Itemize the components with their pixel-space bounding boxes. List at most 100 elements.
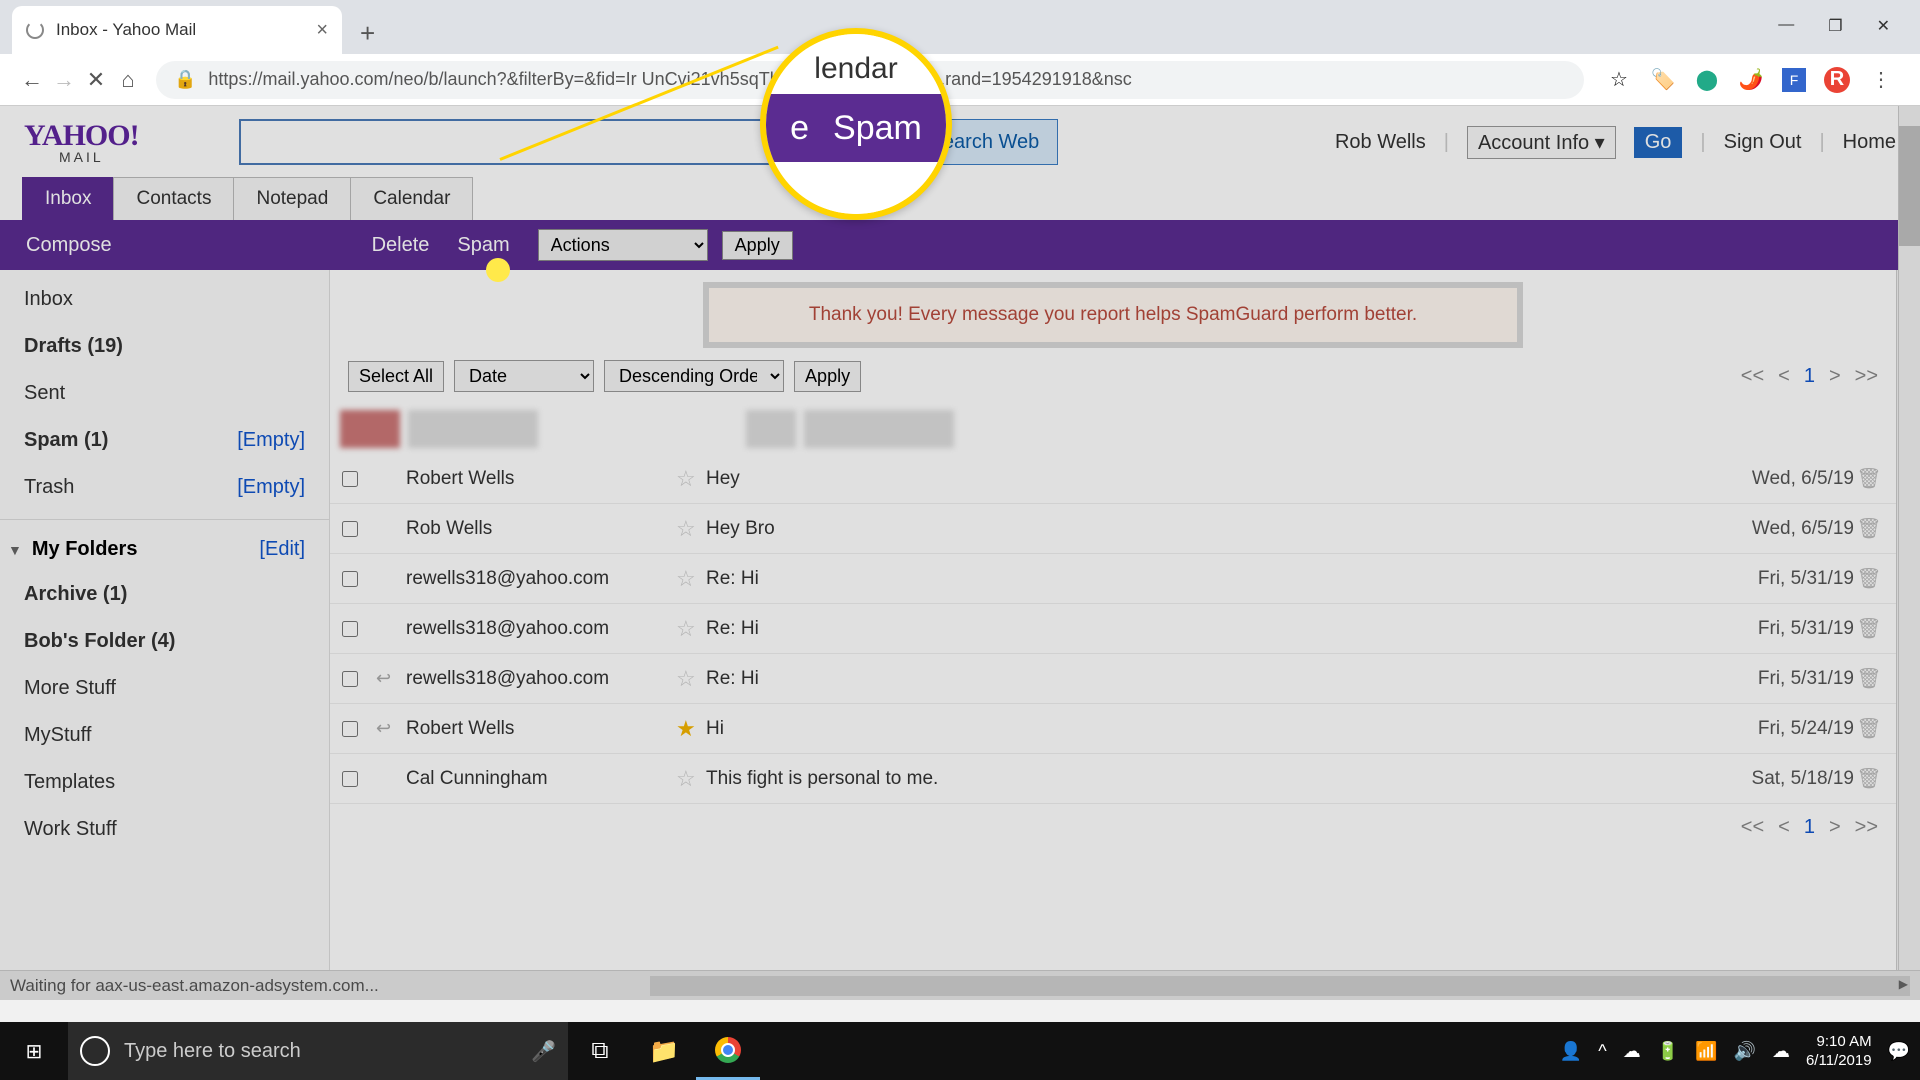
apply-button[interactable]: Apply — [722, 231, 793, 260]
maximize-icon[interactable]: ❐ — [1828, 16, 1842, 36]
home-button[interactable]: ⌂ — [112, 67, 144, 93]
email-row[interactable]: Rob Wells☆Hey BroWed, 6/5/19🗑 — [330, 504, 1896, 554]
email-checkbox[interactable] — [342, 721, 358, 737]
email-checkbox[interactable] — [342, 521, 358, 537]
my-folders-header[interactable]: ▼My Folders [Edit] — [0, 528, 329, 571]
back-button[interactable]: ← — [16, 67, 48, 93]
trash-icon[interactable]: 🗑 — [1854, 466, 1884, 491]
page-next[interactable]: > — [1829, 816, 1841, 839]
star-icon[interactable]: ☆ — [676, 566, 706, 592]
actions-dropdown[interactable]: Actions — [538, 229, 708, 261]
folder-sent[interactable]: Sent — [0, 370, 329, 417]
stop-button[interactable]: ✕ — [80, 67, 112, 93]
sort-apply-button[interactable]: Apply — [794, 361, 861, 392]
tab-contacts[interactable]: Contacts — [113, 177, 234, 220]
star-icon[interactable]: ☆ — [676, 466, 706, 492]
profile-avatar[interactable]: R — [1824, 67, 1850, 93]
email-checkbox[interactable] — [342, 571, 358, 587]
extension-icon[interactable]: 🏷️ — [1650, 67, 1676, 93]
email-row[interactable]: rewells318@yahoo.com☆Re: HiFri, 5/31/19🗑 — [330, 554, 1896, 604]
tab-inbox[interactable]: Inbox — [22, 177, 114, 220]
horizontal-scrollbar[interactable] — [650, 976, 1910, 996]
sign-out-link[interactable]: Sign Out — [1724, 131, 1802, 154]
file-explorer-icon[interactable]: 📁 — [632, 1022, 696, 1080]
email-row[interactable]: Robert Wells☆HeyWed, 6/5/19🗑 — [330, 454, 1896, 504]
star-icon[interactable]: ☆ — [676, 766, 706, 792]
compose-button[interactable]: Compose — [0, 234, 138, 257]
trash-icon[interactable]: 🗑 — [1854, 616, 1884, 641]
start-button[interactable]: ⊞ — [0, 1022, 68, 1080]
empty-trash-link[interactable]: [Empty] — [237, 476, 305, 499]
folder-inbox[interactable]: Inbox — [0, 276, 329, 323]
volume-icon[interactable]: 🔊 — [1734, 1041, 1756, 1062]
browser-tab[interactable]: Inbox - Yahoo Mail × — [12, 6, 342, 54]
email-checkbox[interactable] — [342, 771, 358, 787]
page-scrollbar[interactable] — [1898, 106, 1920, 970]
wifi-icon[interactable]: 📶 — [1695, 1041, 1717, 1062]
email-checkbox[interactable] — [342, 671, 358, 687]
clock[interactable]: 9:10 AM 6/11/2019 — [1806, 1032, 1872, 1071]
page-current[interactable]: 1 — [1804, 816, 1815, 839]
account-info-dropdown[interactable]: Account Info ▾ — [1467, 126, 1616, 159]
delete-button[interactable]: Delete — [358, 234, 444, 257]
star-icon[interactable]: ☆ — [676, 516, 706, 542]
page-last[interactable]: >> — [1855, 816, 1878, 839]
email-row[interactable]: ↩Robert Wells★HiFri, 5/24/19🗑 — [330, 704, 1896, 754]
folder-spam[interactable]: Spam (1) [Empty] — [0, 417, 329, 464]
trash-icon[interactable]: 🗑 — [1854, 566, 1884, 591]
trash-icon[interactable]: 🗑 — [1854, 516, 1884, 541]
cloud-icon[interactable]: ☁ — [1772, 1041, 1790, 1062]
minimize-icon[interactable]: — — [1778, 16, 1794, 36]
star-icon[interactable]: ★ — [676, 716, 706, 742]
yahoo-logo[interactable]: YAHOO! MAIL — [24, 119, 139, 165]
chrome-icon[interactable] — [696, 1022, 760, 1080]
trash-icon[interactable]: 🗑 — [1854, 766, 1884, 791]
page-current[interactable]: 1 — [1804, 365, 1815, 388]
microphone-icon[interactable]: 🎤 — [531, 1039, 556, 1064]
cortana-search[interactable]: Type here to search 🎤 — [68, 1022, 568, 1080]
people-icon[interactable]: 👤 — [1560, 1041, 1582, 1062]
extension-icon[interactable]: F — [1782, 68, 1806, 92]
spam-button[interactable]: Spam — [443, 234, 523, 257]
chrome-menu-icon[interactable]: ⋮ — [1868, 67, 1894, 93]
folder-work-stuff[interactable]: Work Stuff — [0, 806, 329, 853]
sort-field-dropdown[interactable]: Date — [454, 360, 594, 392]
battery-icon[interactable]: 🔋 — [1657, 1041, 1679, 1062]
email-row[interactable]: rewells318@yahoo.com☆Re: HiFri, 5/31/19🗑 — [330, 604, 1896, 654]
extension-icon[interactable]: ⬤ — [1694, 67, 1720, 93]
star-icon[interactable]: ☆ — [676, 666, 706, 692]
trash-icon[interactable]: 🗑 — [1854, 716, 1884, 741]
tray-chevron-icon[interactable]: ^ — [1598, 1041, 1606, 1062]
forward-button[interactable]: → — [48, 67, 80, 93]
page-last[interactable]: >> — [1855, 365, 1878, 388]
folder-trash[interactable]: Trash [Empty] — [0, 464, 329, 511]
folder-bobs[interactable]: Bob's Folder (4) — [0, 618, 329, 665]
new-tab-button[interactable]: + — [360, 18, 375, 49]
page-next[interactable]: > — [1829, 365, 1841, 388]
email-checkbox[interactable] — [342, 621, 358, 637]
extension-icon[interactable]: 🌶️ — [1738, 67, 1764, 93]
folder-mystuff[interactable]: MyStuff — [0, 712, 329, 759]
sort-order-dropdown[interactable]: Descending Order — [604, 360, 784, 392]
onedrive-icon[interactable]: ☁ — [1623, 1041, 1641, 1062]
action-center-icon[interactable]: 💬 — [1888, 1041, 1910, 1062]
folder-templates[interactable]: Templates — [0, 759, 329, 806]
folder-drafts[interactable]: Drafts (19) — [0, 323, 329, 370]
page-prev[interactable]: < — [1778, 365, 1790, 388]
tab-calendar[interactable]: Calendar — [350, 177, 473, 220]
star-icon[interactable]: ☆ — [676, 616, 706, 642]
page-first[interactable]: << — [1741, 816, 1764, 839]
bookmark-star-icon[interactable]: ☆ — [1606, 67, 1632, 93]
select-all-button[interactable]: Select All — [348, 361, 444, 392]
close-icon[interactable]: ✕ — [1877, 16, 1890, 36]
home-link[interactable]: Home — [1843, 131, 1896, 154]
tab-close-icon[interactable]: × — [316, 19, 328, 42]
go-button[interactable]: Go — [1634, 127, 1683, 158]
page-first[interactable]: << — [1741, 365, 1764, 388]
email-checkbox[interactable] — [342, 471, 358, 487]
folder-more-stuff[interactable]: More Stuff — [0, 665, 329, 712]
email-row[interactable]: ↩rewells318@yahoo.com☆Re: HiFri, 5/31/19… — [330, 654, 1896, 704]
page-prev[interactable]: < — [1778, 816, 1790, 839]
edit-folders-link[interactable]: [Edit] — [259, 538, 305, 561]
user-name[interactable]: Rob Wells — [1335, 131, 1426, 154]
